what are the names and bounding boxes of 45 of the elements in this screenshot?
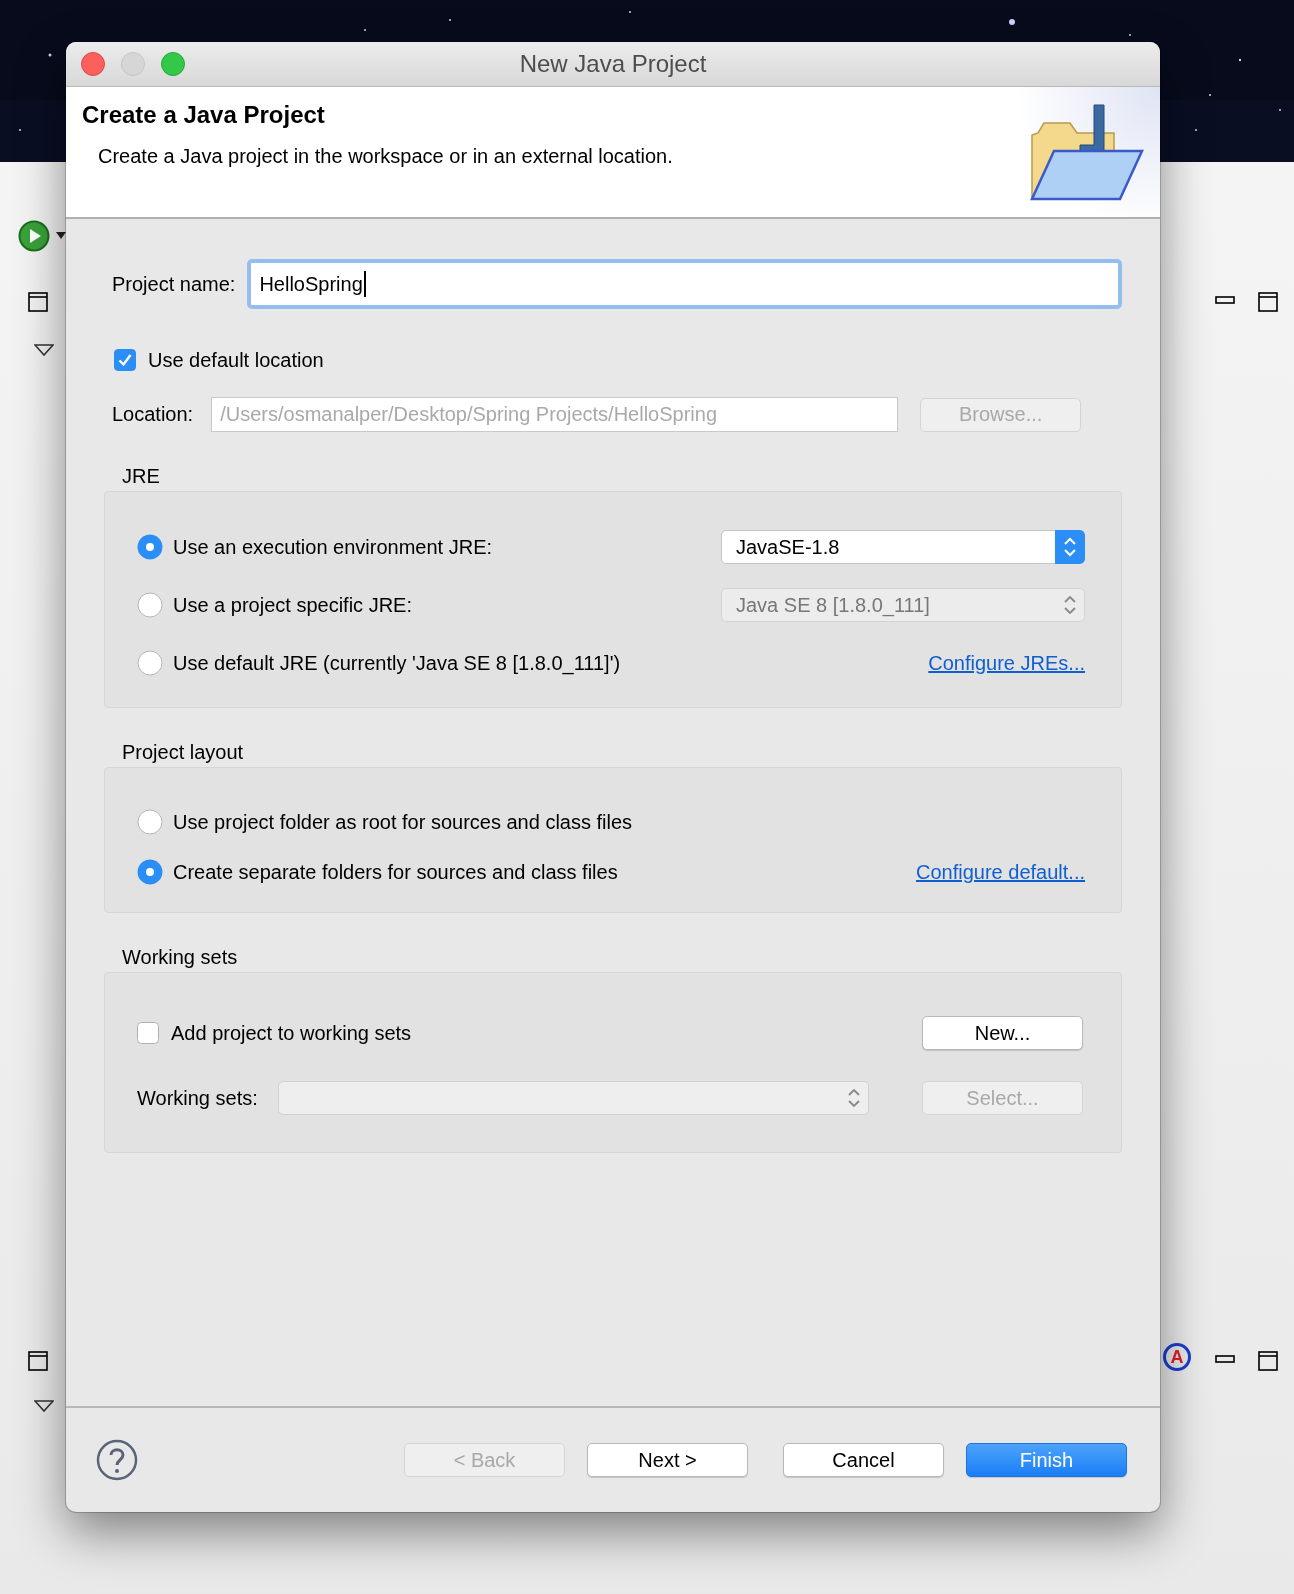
checkbox-label: Use default location bbox=[148, 348, 324, 372]
radio-button[interactable] bbox=[137, 859, 163, 885]
maximize-icon[interactable] bbox=[28, 292, 48, 312]
close-button[interactable] bbox=[81, 52, 105, 76]
radio-label: Use project folder as root for sources and class files bbox=[173, 810, 633, 834]
checkbox-label: Add project to working sets bbox=[171, 1021, 412, 1045]
dropdown-arrow-icon[interactable] bbox=[56, 232, 66, 240]
radio-label: Use default JRE (currently 'Java SE 8 [1.8.0_111]') bbox=[173, 651, 621, 675]
radio-button[interactable] bbox=[137, 809, 163, 835]
group-title: Working sets bbox=[122, 946, 239, 968]
minimize-icon[interactable] bbox=[1215, 296, 1235, 304]
checkbox[interactable] bbox=[137, 1022, 159, 1044]
field-label: Working sets: bbox=[137, 1086, 258, 1110]
page-description: Create a Java project in the workspace or in an external location. bbox=[98, 145, 674, 168]
dialog-button[interactable]: Finish bbox=[966, 1443, 1127, 1477]
page-title: Create a Java Project bbox=[82, 101, 326, 129]
dropdown[interactable]: JavaSE-1.8 bbox=[721, 530, 1085, 564]
link[interactable]: Configure JREs... bbox=[928, 651, 1085, 675]
stepper-icon bbox=[1055, 530, 1085, 564]
radio-button[interactable] bbox=[137, 534, 163, 560]
radio-label: Use an execution environment JRE: bbox=[173, 535, 493, 559]
view-menu-icon[interactable] bbox=[34, 344, 54, 356]
group-title: JRE bbox=[122, 465, 161, 487]
annotation-icon[interactable]: A bbox=[1163, 1343, 1191, 1371]
new-button[interactable]: New... bbox=[922, 1016, 1083, 1050]
radio-button[interactable] bbox=[137, 650, 163, 676]
help-icon[interactable] bbox=[96, 1439, 138, 1481]
link[interactable]: Configure default... bbox=[916, 860, 1085, 884]
maximize-icon[interactable] bbox=[1258, 1351, 1278, 1371]
field-label: Project name: bbox=[112, 272, 236, 296]
minimize-icon[interactable] bbox=[1215, 1355, 1235, 1363]
view-menu-icon[interactable] bbox=[34, 1400, 54, 1412]
dialog-button[interactable]: Cancel bbox=[783, 1443, 944, 1477]
run-icon[interactable] bbox=[18, 220, 50, 252]
group-title: Project layout bbox=[122, 741, 245, 763]
radio-label: Create separate folders for sources and class files bbox=[173, 860, 618, 884]
maximize-icon[interactable] bbox=[1258, 292, 1278, 312]
radio-button[interactable] bbox=[137, 592, 163, 618]
maximize-icon[interactable] bbox=[28, 1351, 48, 1371]
checkbox[interactable] bbox=[114, 349, 136, 371]
radio-label: Use a project specific JRE: bbox=[173, 593, 412, 617]
input-field[interactable]: HelloSpring bbox=[247, 259, 1122, 309]
dialog-button[interactable]: Next > bbox=[587, 1443, 748, 1477]
field-label: Location: bbox=[112, 403, 194, 426]
window-title: New Java Project bbox=[519, 50, 707, 78]
